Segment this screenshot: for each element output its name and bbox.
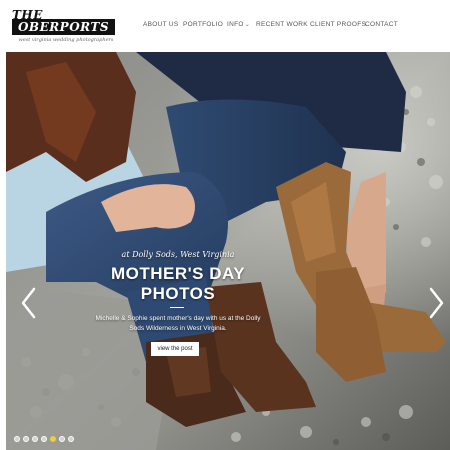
slide-title-line-2: PHOTOS	[140, 284, 216, 303]
slider-dot[interactable]	[41, 436, 47, 442]
site-logo[interactable]: THE OBERPORTS west virginia wedding phot…	[12, 8, 117, 46]
slider-dot[interactable]	[32, 436, 38, 442]
slider-dot[interactable]	[50, 436, 56, 442]
slide-description: Michelle & Sophie spent mother's day wit…	[95, 315, 261, 332]
slider-dot[interactable]	[59, 436, 65, 442]
slider-dot[interactable]	[68, 436, 74, 442]
slide-title: MOTHER'S DAY PHOTOS	[88, 264, 268, 304]
slider-dot[interactable]	[23, 436, 29, 442]
slide-title-line-1: MOTHER'S DAY	[110, 264, 246, 283]
chevron-down-icon: ⌄	[244, 22, 251, 28]
chevron-right-icon[interactable]	[426, 286, 446, 320]
slide-location: at Dolly Sods, West Virginia	[121, 250, 235, 259]
nav-contact[interactable]: CONTACT	[365, 21, 398, 33]
hero-slider: at Dolly Sods, West Virginia MOTHER'S DA…	[6, 52, 450, 450]
nav-portfolio[interactable]: PORTFOLIO	[183, 21, 223, 33]
nav-info-label: INFO	[227, 21, 244, 28]
chevron-left-icon[interactable]	[19, 286, 39, 320]
logo-line-2: OBERPORTS	[12, 19, 115, 35]
slider-dot[interactable]	[14, 436, 20, 442]
view-post-button[interactable]: view the post	[151, 342, 199, 356]
caption-divider	[170, 307, 184, 308]
main-nav: ABOUT US PORTFOLIO INFO⌄ RECENT WORK CLI…	[130, 0, 450, 52]
site-header: THE OBERPORTS west virginia wedding phot…	[0, 0, 450, 52]
logo-tagline: west virginia wedding photographers	[18, 37, 114, 43]
nav-about-us[interactable]: ABOUT US	[143, 21, 179, 33]
nav-recent-work[interactable]: RECENT WORK	[256, 21, 308, 33]
nav-info[interactable]: INFO⌄	[227, 21, 250, 33]
nav-client-proofs[interactable]: CLIENT PROOFS	[310, 21, 366, 33]
